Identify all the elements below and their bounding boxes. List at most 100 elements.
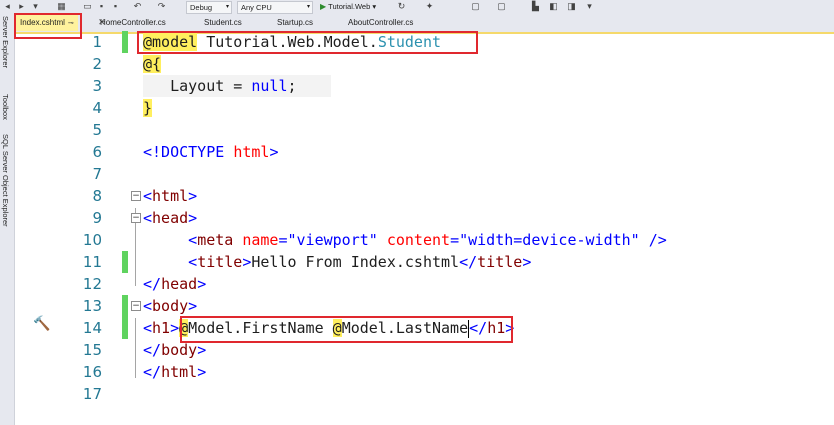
code-line[interactable]: 5	[0, 119, 834, 141]
punctuation: <	[143, 187, 153, 205]
tab-student[interactable]: Student.cs	[204, 16, 242, 30]
change-indicator-bar	[122, 295, 128, 317]
code-line[interactable]: 11 <title>Hello From Index.cshtml</title…	[0, 251, 834, 273]
tab-aboutcontroller[interactable]: AboutController.cs	[348, 16, 413, 30]
toolbar-button-icon[interactable]: ▢	[470, 1, 481, 12]
code-line[interactable]: 6 <!DOCTYPE html>	[0, 141, 834, 163]
play-icon: ▶	[320, 2, 327, 11]
line-number: 7	[92, 165, 102, 183]
fold-collapse-icon[interactable]: −	[131, 191, 141, 201]
code-text: Layout = null;	[143, 75, 331, 97]
code-line[interactable]: 13 − <body>	[0, 295, 834, 317]
punctuation: </	[143, 341, 162, 359]
run-target-label: Tutorial.Web	[328, 2, 371, 11]
save-icon[interactable]: ▪	[96, 1, 107, 12]
bookmark-next-icon[interactable]: ◨	[566, 1, 577, 12]
line-number: 5	[92, 121, 102, 139]
code-line[interactable]: 8 − <html>	[0, 185, 834, 207]
punctuation: =	[450, 231, 460, 249]
punctuation: <	[143, 319, 153, 337]
new-project-icon[interactable]: ▦	[56, 1, 67, 12]
start-debug-button[interactable]: ▶ Tutorial.Web ▾	[320, 1, 376, 12]
code-line[interactable]: 7	[0, 163, 834, 185]
tab-startup[interactable]: Startup.cs	[277, 16, 313, 30]
razor-directive: @model	[143, 33, 198, 51]
tab-index-cshtml[interactable]: Index.cshtml ⊸	[16, 15, 78, 31]
code-line[interactable]: 15 </body>	[0, 339, 834, 361]
fold-collapse-icon[interactable]: −	[131, 213, 141, 223]
attribute-value: "width=device-width"	[459, 231, 640, 249]
code-line[interactable]: 12 </head>	[0, 273, 834, 295]
tag-name: meta	[197, 231, 234, 249]
line-number: 13	[82, 297, 102, 315]
code-line[interactable]: 2 @{	[0, 53, 834, 75]
toolbar-overflow-icon[interactable]: ▾	[584, 1, 595, 12]
doctype-value: html	[233, 143, 270, 161]
punctuation: ;	[287, 77, 297, 95]
solution-config-dropdown[interactable]: Debug ▾	[186, 1, 232, 14]
punctuation: >	[197, 341, 207, 359]
tag-name: title	[197, 253, 243, 271]
tag-name: head	[161, 275, 198, 293]
bookmark-prev-icon[interactable]: ◧	[548, 1, 559, 12]
tag-name: body	[161, 341, 198, 359]
razor-at: @	[332, 319, 342, 337]
tag-name: title	[477, 253, 523, 271]
redo-icon[interactable]: ↷	[156, 1, 167, 12]
code-text: <meta name="viewport" content="width=dev…	[143, 229, 667, 251]
undo-icon[interactable]: ↶	[132, 1, 143, 12]
punctuation: </	[469, 319, 488, 337]
line-number: 10	[82, 231, 102, 249]
punctuation: =	[278, 231, 288, 249]
pin-icon[interactable]: ⊸	[68, 20, 74, 27]
tag-name: html	[161, 363, 198, 381]
punctuation: >	[197, 275, 207, 293]
solution-platform-dropdown[interactable]: Any CPU ▾	[237, 1, 313, 14]
punctuation: >	[170, 319, 180, 337]
change-indicator-bar	[122, 251, 128, 273]
toolbar-button-icon[interactable]: ▢	[496, 1, 507, 12]
identifier: Layout	[170, 77, 225, 95]
refresh-icon[interactable]: ↻	[396, 1, 407, 12]
namespace-text: Tutorial.Web.Model.	[206, 33, 378, 51]
tab-homecontroller[interactable]: HomeController.cs	[100, 16, 166, 30]
bookmark-icon[interactable]: ▙	[530, 1, 541, 12]
line-number: 17	[82, 385, 102, 403]
punctuation: >	[188, 209, 198, 227]
code-line[interactable]: 16 </html>	[0, 361, 834, 383]
tab-label: Index.cshtml	[20, 18, 65, 27]
type-name: Student	[377, 33, 442, 51]
nav-forward-icon[interactable]: ▸	[16, 1, 27, 12]
attribute-value: "viewport"	[287, 231, 378, 249]
save-all-icon[interactable]: ▪	[110, 1, 121, 12]
line-number: 8	[92, 187, 102, 205]
code-line[interactable]: 4 }	[0, 97, 834, 119]
code-line[interactable]: 3 Layout = null;	[0, 75, 834, 97]
code-line[interactable]: 17	[0, 383, 834, 405]
operator: =	[224, 77, 252, 95]
open-file-icon[interactable]: ▭	[82, 1, 93, 12]
line-number: 2	[92, 55, 102, 73]
punctuation: >	[188, 187, 198, 205]
punctuation: >	[188, 297, 198, 315]
code-line[interactable]: 1 @model Tutorial.Web.Model.Student	[0, 31, 834, 53]
chevron-down-icon: ▾	[306, 4, 310, 10]
code-text: @{	[143, 53, 162, 75]
code-line[interactable]: 9 − <head>	[0, 207, 834, 229]
razor-expression: Model.LastName	[341, 319, 469, 337]
code-text: </head>	[143, 273, 206, 295]
line-number: 1	[92, 33, 102, 51]
tag-name: body	[152, 297, 189, 315]
punctuation: />	[648, 231, 667, 249]
punctuation: >	[197, 363, 207, 381]
find-icon[interactable]: ✦	[424, 1, 435, 12]
fold-collapse-icon[interactable]: −	[131, 301, 141, 311]
line-number: 11	[82, 253, 102, 271]
line-number: 14	[82, 319, 102, 337]
code-line[interactable]: 14 <h1>@Model.FirstName @Model.LastName<…	[0, 317, 834, 339]
code-text: @model Tutorial.Web.Model.Student	[143, 31, 441, 53]
dropdown-arrow-icon[interactable]: ▾	[30, 1, 41, 12]
nav-back-icon[interactable]: ◂	[2, 1, 13, 12]
code-line[interactable]: 10 <meta name="viewport" content="width=…	[0, 229, 834, 251]
